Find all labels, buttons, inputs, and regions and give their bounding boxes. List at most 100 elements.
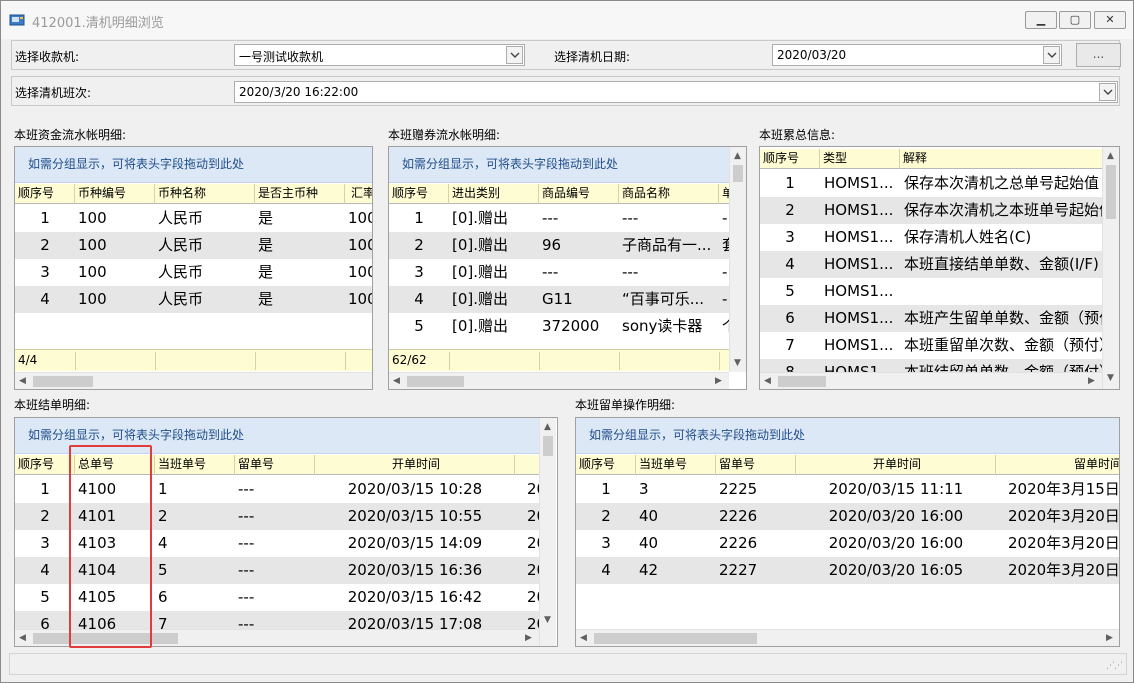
table-row[interactable]: 6 HOMS1... 本班产生留单单数、金额（预付）: [760, 305, 1104, 332]
table-row[interactable]: 2 HOMS1... 保存本次清机之本班单号起始值: [760, 197, 1104, 224]
table-row[interactable]: 2 100 人民币 是 100: [15, 232, 372, 259]
cell: 本班结留单单数、金额（预付）: [904, 363, 1102, 372]
scroll-arrow-icon[interactable]: ▶: [1088, 376, 1095, 386]
column-header[interactable]: 解释: [900, 149, 1110, 169]
table-row[interactable]: 1 HOMS1... 保存本次清机之总单号起始值: [760, 170, 1102, 197]
column-header[interactable]: 顺序号: [760, 149, 820, 169]
vertical-scrollbar[interactable]: ▲ ▼: [729, 147, 746, 372]
cell: HOMS1...: [824, 336, 894, 354]
cell: 2020/03/15 17:08: [347, 615, 483, 630]
shift-dropdown-button[interactable]: [1099, 83, 1116, 101]
minimize-button[interactable]: ▁: [1025, 11, 1057, 29]
horizontal-scrollbar[interactable]: ◀ ▶: [576, 629, 1119, 646]
scroll-arrow-icon[interactable]: ▼: [1107, 373, 1114, 383]
table-row[interactable]: 5 HOMS1...: [760, 278, 1102, 305]
scroll-arrow-icon[interactable]: ▲: [734, 151, 741, 161]
scroll-arrow-icon[interactable]: ▲: [544, 422, 551, 432]
horizontal-scrollbar[interactable]: ◀: [15, 372, 372, 389]
table-row[interactable]: 3 [0].赠出 --- --- -: [389, 259, 729, 286]
date-dropdown-button[interactable]: [1043, 46, 1060, 64]
column-header[interactable]: 开单时间: [796, 455, 996, 475]
column-header[interactable]: 留单号: [235, 455, 315, 475]
column-header[interactable]: 汇率: [345, 184, 372, 204]
scroll-arrow-icon[interactable]: ▼: [544, 615, 551, 625]
table-row[interactable]: 4 42 2227 2020/03/20 16:05 2020年3月20日: [576, 557, 1119, 584]
table-row[interactable]: 3 40 2226 2020/03/20 16:00 2020年3月20日: [576, 530, 1119, 557]
horizontal-scrollbar[interactable]: ◀ ▶: [389, 372, 729, 389]
scroll-arrow-icon[interactable]: ◀: [393, 376, 400, 386]
scroll-thumb[interactable]: [407, 376, 464, 387]
hold-ops-grid[interactable]: 如需分组显示，可将表头字段拖动到此处 顺序号 当班单号 留单号 开单时间 留单时…: [575, 417, 1120, 647]
column-header[interactable]: 留单号: [716, 455, 796, 475]
table-row[interactable]: 8 HOMS1... 本班结留单单数、金额（预付）: [760, 359, 1102, 372]
scroll-thumb[interactable]: [33, 376, 93, 387]
group-panel[interactable]: 如需分组显示，可将表头字段拖动到此处: [389, 147, 729, 183]
shift-select[interactable]: 2020/3/20 16:22:00: [234, 81, 1118, 103]
table-row[interactable]: 1 3 2225 2020/03/15 11:11 2020年3月15日: [576, 476, 1119, 503]
column-header[interactable]: 顺序号: [576, 455, 636, 475]
column-header[interactable]: 当班单号: [636, 455, 716, 475]
scroll-arrow-icon[interactable]: ▲: [1107, 151, 1114, 161]
column-header[interactable]: 商品编号: [539, 184, 619, 204]
date-picker-button[interactable]: ...: [1076, 43, 1121, 67]
cell: 2020年3月20日: [1008, 561, 1119, 579]
column-header[interactable]: 留单时间: [996, 455, 1119, 475]
vertical-scrollbar[interactable]: ▲ ▼: [539, 418, 556, 646]
scroll-arrow-icon[interactable]: ▼: [734, 358, 741, 368]
maximize-button[interactable]: ▢: [1059, 11, 1091, 29]
gift-flow-grid[interactable]: 如需分组显示，可将表头字段拖动到此处 顺序号 进出类别 商品编号 商品名称 单 …: [388, 146, 747, 390]
column-header[interactable]: 顺序号: [15, 184, 75, 204]
scroll-arrow-icon[interactable]: ▶: [525, 633, 532, 643]
column-header[interactable]: 类型: [820, 149, 900, 169]
column-header[interactable]: 是否主币种: [255, 184, 345, 204]
table-row[interactable]: 2 [0].赠出 96 子商品有一... 套: [389, 232, 732, 259]
table-row[interactable]: 2 40 2226 2020/03/20 16:00 2020年3月20日: [576, 503, 1119, 530]
size-grip-icon[interactable]: ⋰⋰: [1106, 661, 1123, 671]
date-select[interactable]: 2020/03/20: [772, 44, 1062, 66]
scroll-thumb[interactable]: [1106, 165, 1116, 219]
title-bar: 412001.清机明细浏览 ▁ ▢ ✕: [1, 1, 1133, 39]
fund-flow-grid[interactable]: 如需分组显示，可将表头字段拖动到此处 顺序号 币种编号 币种名称 是否主币种 汇…: [14, 146, 373, 390]
table-row[interactable]: 4 HOMS1... 本班直接结单单数、金额(I/F): [760, 251, 1102, 278]
column-header[interactable]: 当班单号: [155, 455, 235, 475]
cell: 人民币: [158, 290, 204, 308]
summary-grid[interactable]: 顺序号 类型 解释 1 HOMS1... 保存本次清机之总单号起始值 2 HOM…: [759, 146, 1120, 390]
column-header[interactable]: 顺序号: [389, 184, 449, 204]
table-row[interactable]: 4 100 人民币 是 100: [15, 286, 372, 313]
table-row[interactable]: 1 100 人民币 是 100: [15, 205, 372, 232]
column-header[interactable]: 币种编号: [75, 184, 155, 204]
cell: 2020/03/15 16:42: [347, 588, 483, 606]
window-title: 412001.清机明细浏览: [32, 16, 164, 31]
scroll-arrow-icon[interactable]: ◀: [19, 633, 26, 643]
scroll-arrow-icon[interactable]: ◀: [19, 376, 26, 386]
group-panel[interactable]: 如需分组显示，可将表头字段拖动到此处: [15, 147, 372, 183]
scroll-thumb[interactable]: [778, 376, 826, 387]
scroll-arrow-icon[interactable]: ▶: [715, 376, 722, 386]
scroll-thumb[interactable]: [733, 165, 743, 182]
cell: 是: [258, 263, 274, 281]
table-row[interactable]: 1 [0].赠出 --- --- -: [389, 205, 729, 232]
horizontal-scrollbar[interactable]: ◀ ▶: [760, 372, 1102, 389]
cell: 3: [601, 534, 611, 552]
scroll-arrow-icon[interactable]: ▶: [1106, 633, 1113, 643]
column-header[interactable]: 商品名称: [619, 184, 719, 204]
group-panel[interactable]: 如需分组显示，可将表头字段拖动到此处: [576, 418, 1119, 454]
scroll-arrow-icon[interactable]: ◀: [580, 633, 587, 643]
scroll-thumb[interactable]: [543, 436, 553, 456]
column-header[interactable]: 进出类别: [449, 184, 539, 204]
table-row[interactable]: 4 [0].赠出 G11 “百事可乐... -: [389, 286, 729, 313]
column-header[interactable]: 顺序号: [15, 455, 75, 475]
table-row[interactable]: 5 [0].赠出 372000 sony读卡器 个: [389, 313, 732, 340]
vertical-scrollbar[interactable]: ▲ ▼: [1102, 147, 1119, 389]
column-header[interactable]: 开单时间: [315, 455, 515, 475]
scroll-arrow-icon[interactable]: ◀: [764, 376, 771, 386]
table-row[interactable]: 7 HOMS1... 本班重留单次数、金额（预付）: [760, 332, 1104, 359]
table-row[interactable]: 3 100 人民币 是 100: [15, 259, 372, 286]
register-select[interactable]: 一号测试收款机: [234, 44, 525, 66]
scroll-thumb[interactable]: [594, 633, 757, 644]
close-button[interactable]: ✕: [1094, 11, 1126, 29]
cell: 20: [527, 588, 539, 606]
register-dropdown-button[interactable]: [506, 46, 523, 64]
table-row[interactable]: 3 HOMS1... 保存清机人姓名(C): [760, 224, 1102, 251]
column-header[interactable]: 币种名称: [155, 184, 255, 204]
